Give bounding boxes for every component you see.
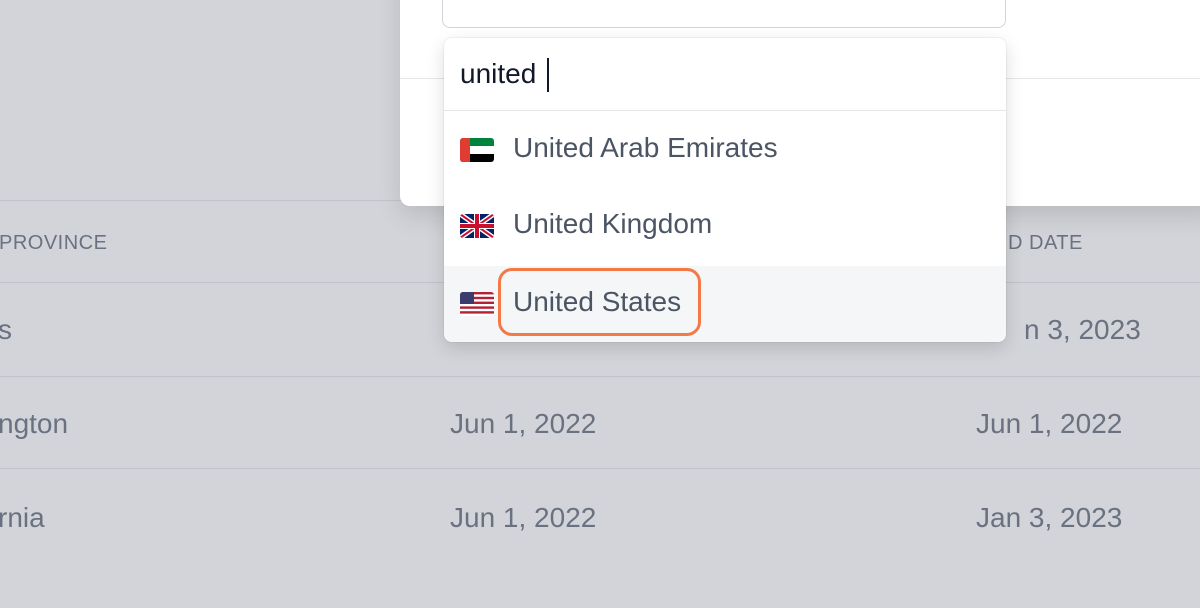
option-united-kingdom[interactable]: United Kingdom xyxy=(444,188,1006,264)
dropdown-search xyxy=(444,38,1006,111)
uk-flag-icon xyxy=(460,214,494,238)
highlight-annotation xyxy=(498,268,701,336)
uae-flag-icon xyxy=(460,138,494,162)
country-search-input[interactable] xyxy=(460,54,980,94)
text-cursor xyxy=(547,58,549,92)
country-select[interactable] xyxy=(442,0,1006,28)
us-flag-icon xyxy=(460,292,494,316)
option-label: United Arab Emirates xyxy=(513,132,778,163)
page: PROVINCE D DATE s n 3, 2023 ngton Jun 1,… xyxy=(0,0,1200,608)
option-label: United Kingdom xyxy=(513,208,713,239)
option-united-arab-emirates[interactable]: United Arab Emirates xyxy=(444,112,1006,188)
